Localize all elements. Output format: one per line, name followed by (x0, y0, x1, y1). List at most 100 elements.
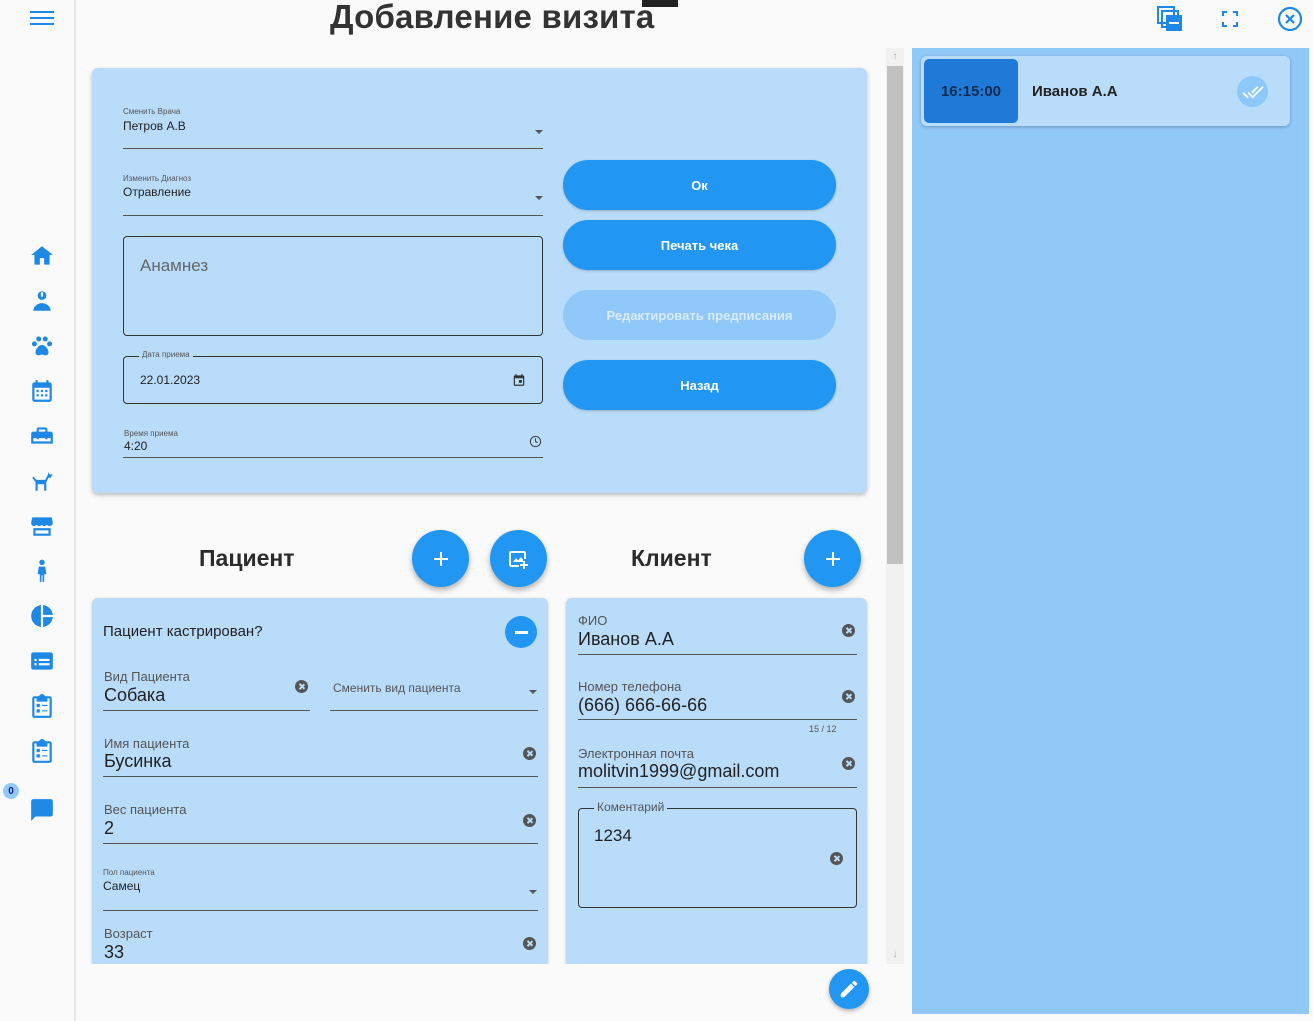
home-icon[interactable] (28, 242, 56, 270)
neutered-toggle-button[interactable] (505, 616, 537, 648)
weight-label: Вес пациента (104, 802, 187, 817)
diagnosis-label: Изменить Диагноз (123, 174, 192, 183)
scroll-down-arrow-icon[interactable]: ↓ (889, 949, 901, 961)
species-underline (103, 710, 310, 711)
clear-icon[interactable] (830, 852, 843, 865)
minus-icon (514, 630, 528, 634)
comment-textarea[interactable]: 1234 (578, 808, 857, 908)
date-value: 22.01.2023 (140, 373, 201, 387)
phone-label: Номер телефона (578, 679, 682, 694)
species-input[interactable]: Собака (104, 685, 165, 706)
patient-name-label: Имя пациента (104, 736, 190, 751)
age-label: Возраст (104, 926, 153, 941)
minimize-windows-icon[interactable] (1156, 5, 1184, 33)
email-input[interactable]: molitvin1999@gmail.com (578, 761, 779, 782)
calendar-icon[interactable] (28, 377, 56, 405)
change-species-underline (330, 710, 538, 711)
clear-icon[interactable] (295, 680, 308, 693)
scroll-up-arrow-icon[interactable]: ↑ (889, 51, 901, 63)
patient-card: Пациент кастрирован? Вид Пациента Собака… (92, 598, 548, 964)
schedule-panel (912, 48, 1309, 1014)
patient-name-input[interactable]: Бусинка (104, 751, 172, 772)
add-photo-icon (508, 550, 528, 569)
chevron-down-icon[interactable] (529, 690, 537, 694)
chat-badge: 0 (3, 783, 19, 799)
ok-button[interactable]: Ок (563, 160, 836, 210)
doctor-select[interactable]: Петров А.В (123, 119, 186, 133)
add-patient-button[interactable] (412, 530, 469, 587)
fio-underline (578, 654, 857, 655)
clipboard-list-icon[interactable] (28, 692, 56, 720)
client-card: ФИО Иванов А.А Номер телефона (666) 666-… (566, 598, 867, 964)
phone-underline (578, 719, 857, 720)
person-icon[interactable] (28, 557, 56, 585)
clear-icon[interactable] (523, 814, 536, 827)
client-heading: Клиент (631, 545, 712, 571)
clear-icon[interactable] (842, 757, 855, 770)
scrollbar-thumb[interactable] (887, 66, 903, 564)
clear-icon[interactable] (523, 937, 536, 950)
title-decoration (642, 0, 678, 7)
comment-value: 1234 (594, 826, 632, 845)
time-label: Время приема (124, 429, 178, 438)
email-label: Электронная почта (578, 746, 695, 761)
time-underline (123, 457, 543, 458)
bottom-bar (76, 964, 904, 1021)
plus-icon (825, 551, 840, 566)
time-input[interactable]: 4:20 (124, 439, 147, 453)
clipboard-list-icon[interactable] (28, 737, 56, 765)
add-client-button[interactable] (804, 530, 861, 587)
pencil-icon (840, 980, 858, 998)
fullscreen-icon[interactable] (1216, 5, 1244, 33)
edit-prescriptions-button: Редактировать предписания (563, 290, 836, 340)
phone-input[interactable]: (666) 666-66-66 (578, 695, 707, 716)
comment-label: Коментарий (594, 800, 668, 814)
double-check-icon[interactable] (1237, 76, 1268, 107)
sex-underline (103, 910, 538, 911)
edit-button[interactable] (829, 969, 869, 1009)
neutered-question: Пациент кастрирован? (103, 623, 263, 640)
doctor-icon[interactable] (28, 287, 56, 315)
clear-icon[interactable] (842, 690, 855, 703)
sex-select[interactable]: Самец (103, 879, 140, 893)
print-receipt-button[interactable]: Печать чека (563, 220, 836, 270)
clear-icon[interactable] (842, 624, 855, 637)
appointment-time: 16:15:00 (924, 59, 1018, 123)
plus-icon (433, 551, 448, 566)
chevron-down-icon[interactable] (535, 196, 543, 200)
patient-heading: Пациент (199, 545, 295, 571)
toolbox-icon[interactable] (28, 422, 56, 450)
calendar-icon[interactable] (512, 373, 526, 387)
chat-icon[interactable] (28, 796, 56, 824)
chevron-down-icon[interactable] (529, 890, 537, 894)
clock-icon[interactable] (529, 435, 542, 448)
pie-chart-icon[interactable] (28, 602, 56, 630)
sidebar: 0 (0, 0, 76, 1021)
doctor-label: Сменить Врача (123, 107, 181, 116)
chevron-down-icon[interactable] (535, 130, 543, 134)
clear-icon[interactable] (523, 747, 536, 760)
doctor-underline (123, 148, 543, 149)
age-input[interactable]: 33 (104, 942, 124, 963)
dog-walk-icon[interactable] (28, 467, 56, 495)
fio-label: ФИО (578, 613, 608, 628)
weight-input[interactable]: 2 (104, 818, 114, 839)
close-icon[interactable] (1276, 5, 1304, 33)
appointment-client-name: Иванов А.А (1032, 83, 1118, 100)
change-species-select[interactable]: Сменить вид пациента (333, 681, 461, 695)
anamnesis-placeholder: Анамнез (140, 256, 209, 275)
paw-icon[interactable] (28, 332, 56, 360)
species-label: Вид Пациента (104, 669, 190, 684)
menu-icon[interactable] (30, 8, 54, 28)
add-photo-button[interactable] (490, 530, 547, 587)
diagnosis-underline (123, 215, 543, 216)
fio-input[interactable]: Иванов А.А (578, 629, 674, 650)
store-icon[interactable] (28, 512, 56, 540)
diagnosis-select[interactable]: Отравление (123, 185, 191, 199)
back-button[interactable]: Назад (563, 360, 836, 410)
list-card-icon[interactable] (28, 647, 56, 675)
page-title: Добавление визита (330, 0, 655, 35)
sex-label: Пол пациента (103, 868, 155, 877)
anamnesis-textarea[interactable]: Анамнез (123, 236, 543, 336)
date-field[interactable]: 22.01.2023 (123, 356, 543, 404)
